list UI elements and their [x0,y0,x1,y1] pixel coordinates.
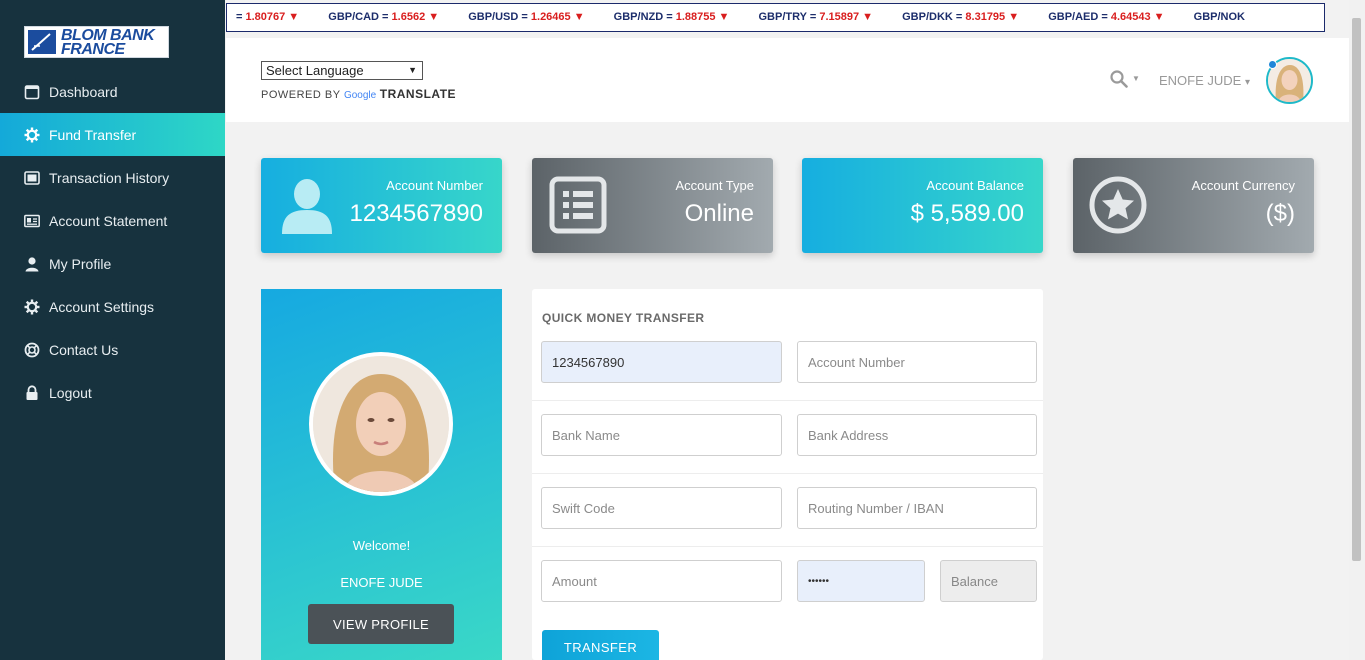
bank-logo[interactable]: BLOM BANK FRANCE [24,26,169,58]
form-title: QUICK MONEY TRANSFER [542,311,705,325]
google-translate-credit: POWERED BY Google TRANSLATE [261,87,457,101]
ticker-item: GBP/NOK [1193,11,1245,23]
card-value: Online [684,200,754,227]
top-header: Select Language ▼ POWERED BY Google TRAN… [226,38,1349,122]
card-label: Account Number [386,178,483,193]
sidebar-item-label: Dashboard [49,83,118,100]
gear-icon [24,127,40,143]
bank-name-input[interactable]: Bank Name [541,414,782,456]
sidebar-item-label: Contact Us [49,341,119,358]
sidebar-item-account-statement[interactable]: Account Statement [0,199,225,242]
sidebar-item-label: My Profile [49,255,112,272]
sidebar-item-label: Transaction History [49,169,170,186]
sidebar-item-label: Account Settings [49,298,155,315]
id-card-icon [24,213,40,229]
row-divider [532,400,1043,401]
hdd-icon [24,170,40,186]
card-label: Account Currency [1191,178,1295,193]
language-select[interactable]: Select Language ▼ [261,61,423,80]
currency-ticker: = 1.80767 ▼ GBP/CAD = 1.6562 ▼ GBP/USD =… [226,3,1325,32]
sidebar-item-contact-us[interactable]: Contact Us [0,328,225,371]
list-alt-icon [549,176,607,234]
view-profile-button[interactable]: VIEW PROFILE [308,604,454,644]
star-circle-icon [1089,176,1147,234]
google-logo: Google [343,90,377,101]
welcome-text: Welcome! [352,538,411,553]
scrollbar-thumb[interactable] [1352,18,1361,561]
dropdown-arrow-icon: ▼ [408,65,417,75]
amount-input[interactable]: Amount [541,560,782,602]
card-account-currency: Account Currency ($) [1073,158,1314,253]
row-divider [532,473,1043,474]
lifebuoy-icon [24,342,40,358]
swift-code-input[interactable]: Swift Code [541,487,782,529]
sidebar: BLOM BANK FRANCE Dashboard Fund Transfer… [0,0,225,660]
from-account-input[interactable]: 1234567890 [541,341,782,383]
sidebar-item-account-settings[interactable]: Account Settings [0,285,225,328]
sidebar-item-dashboard[interactable]: Dashboard [0,70,225,113]
online-status-dot [1268,60,1277,69]
chevron-down-icon[interactable]: ▼ [1132,74,1140,83]
card-account-type: Account Type Online [532,158,773,253]
calendar-icon [24,84,40,100]
ticker-item: GBP/NZD = 1.88755 ▼ [613,11,730,23]
ticker-item: GBP/TRY = 7.15897 ▼ [758,11,874,23]
profile-panel: Welcome! ENOFE JUDE VIEW PROFILE [261,289,502,660]
sidebar-item-my-profile[interactable]: My Profile [0,242,225,285]
sidebar-item-fund-transfer[interactable]: Fund Transfer [0,113,225,156]
transfer-button[interactable]: TRANSFER [542,630,659,660]
sidebar-item-label: Account Statement [49,212,168,229]
logo-line-2: FRANCE [61,41,125,58]
ticker-item: GBP/AED = 4.64543 ▼ [1048,11,1165,23]
user-icon [24,256,40,272]
sidebar-nav: Dashboard Fund Transfer Transaction Hist… [0,70,225,414]
profile-name: ENOFE JUDE [340,575,423,590]
card-value: 1234567890 [349,200,483,227]
card-label: Account Balance [926,178,1024,193]
ticker-item: GBP/DKK = 8.31795 ▼ [902,11,1020,23]
sidebar-item-transaction-history[interactable]: Transaction History [0,156,225,199]
routing-iban-input[interactable]: Routing Number / IBAN [797,487,1037,529]
ticker-item: GBP/CAD = 1.6562 ▼ [328,11,440,23]
card-label: Account Type [675,178,754,193]
ticker-track: = 1.80767 ▼ GBP/CAD = 1.6562 ▼ GBP/USD =… [236,11,1271,23]
sidebar-item-logout[interactable]: Logout [0,371,225,414]
card-account-number: Account Number 1234567890 [261,158,502,253]
card-account-balance: Account Balance $ 5,589.00 [802,158,1043,253]
logo-mark-icon [28,30,56,54]
profile-photo [309,352,453,496]
ticker-item: GBP/USD = 1.26465 ▼ [468,11,585,23]
search-icon[interactable] [1110,70,1128,88]
user-menu[interactable]: ENOFE JUDE ▾ [1159,73,1250,88]
sidebar-item-label: Fund Transfer [49,126,137,143]
sidebar-item-label: Logout [49,384,92,401]
card-value: $ 5,589.00 [910,200,1024,227]
card-value: ($) [1265,200,1295,227]
quick-transfer-form: QUICK MONEY TRANSFER 1234567890 Account … [532,289,1043,660]
balance-input: Balance [940,560,1037,602]
pin-input[interactable]: •••••• [797,560,925,602]
user-silhouette-icon [282,179,332,234]
row-divider [532,546,1043,547]
profile-photo-image [313,356,449,492]
account-number-input[interactable]: Account Number [797,341,1037,383]
ticker-item: = 1.80767 ▼ [236,11,300,23]
bank-address-input[interactable]: Bank Address [797,414,1037,456]
lock-icon [24,384,40,401]
gear-icon [24,299,40,315]
